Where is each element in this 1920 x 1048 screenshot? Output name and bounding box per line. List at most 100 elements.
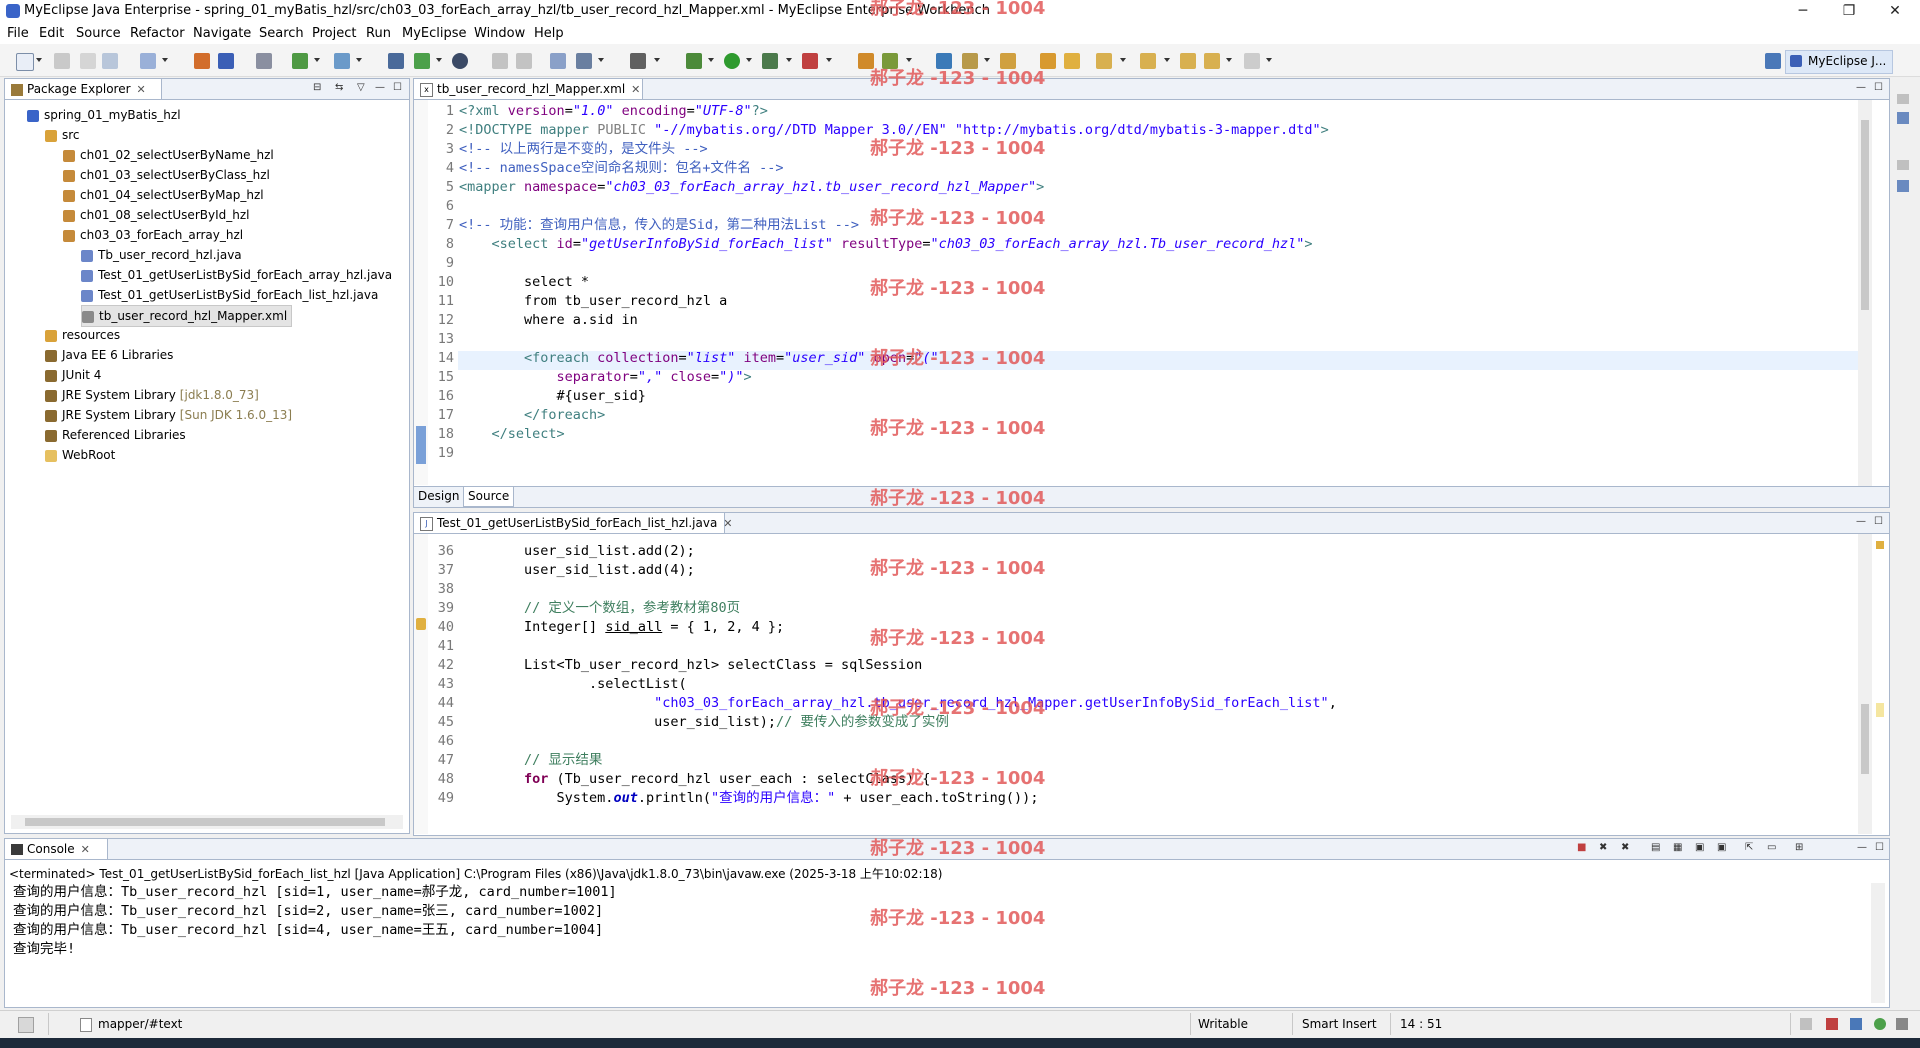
deploy-icon[interactable] [194,53,210,69]
java-server-icon[interactable] [882,53,898,69]
fast-view-icon[interactable] [18,1017,34,1033]
server-icon[interactable] [218,53,234,69]
scrollbar-thumb[interactable] [1861,704,1869,774]
java-source[interactable]: user_sid_list.add(2); user_sid_list.add(… [459,542,1869,822]
horizontal-scrollbar[interactable] [11,815,403,829]
tree-item[interactable]: ch01_02_selectUserByName_hzl [63,145,274,165]
tree-item[interactable]: JRE System Library [jdk1.8.0_73] [45,385,259,405]
chevron-down-icon[interactable] [598,58,604,62]
tree-item[interactable]: ch01_04_selectUserByMap_hzl [63,185,264,205]
history-forward-icon[interactable] [516,53,532,69]
vertical-scrollbar[interactable] [1871,883,1885,1003]
chevron-down-icon[interactable] [1226,58,1232,62]
menu-run[interactable]: Run [366,26,391,41]
prev-annotation-icon[interactable] [1140,53,1156,69]
close-icon[interactable]: ✕ [723,517,732,530]
run-external-icon[interactable] [762,53,778,69]
tray-icon[interactable] [1896,1018,1908,1030]
build-icon[interactable] [858,53,874,69]
menu-navigate[interactable]: Navigate [193,26,251,41]
vertical-scrollbar[interactable] [1858,100,1872,486]
print-icon[interactable] [102,53,118,69]
display-console-icon[interactable]: ▭ [1767,842,1776,853]
maximize-button[interactable]: ❐ [1826,0,1872,24]
chevron-down-icon[interactable] [314,58,320,62]
tree-item[interactable]: Java EE 6 Libraries [45,345,173,365]
close-button[interactable]: ✕ [1872,0,1918,24]
database-icon[interactable] [256,53,272,69]
chevron-down-icon[interactable] [162,58,168,62]
tree-item[interactable]: Test_01_getUserListBySid_forEach_list_hz… [81,285,378,305]
menu-search[interactable]: Search [259,26,304,41]
open-task-icon[interactable] [550,53,566,69]
close-icon[interactable]: ✕ [81,843,90,856]
tray-icon[interactable] [1850,1018,1862,1030]
pin-console-icon[interactable]: ⇱ [1745,842,1753,853]
save-all-icon[interactable] [80,53,96,69]
maximize-view-icon[interactable]: ☐ [1874,516,1883,527]
history-back-icon[interactable] [492,53,508,69]
tab-package-explorer[interactable]: Package Explorer ✕ [5,79,162,99]
chevron-down-icon[interactable] [826,58,832,62]
open-perspective-button-icon[interactable] [1765,53,1781,69]
chevron-down-icon[interactable] [1266,58,1272,62]
monitor-icon[interactable] [630,53,646,69]
menu-project[interactable]: Project [312,26,356,41]
scroll-lock-icon[interactable]: ▦ [1673,842,1682,853]
restore-icon[interactable] [1897,94,1909,104]
chevron-down-icon[interactable] [1120,58,1126,62]
minimize-view-icon[interactable]: — [1856,516,1866,527]
scrollbar-thumb[interactable] [1861,120,1869,310]
vertical-scrollbar[interactable] [1858,534,1872,834]
link-editor-icon[interactable]: ⇆ [335,82,343,93]
tree-item[interactable]: ch03_03_forEach_array_hzl [63,225,243,245]
hierarchy-icon[interactable] [388,53,404,69]
close-icon[interactable]: ✕ [137,83,146,96]
tree-item[interactable]: WebRoot [45,445,115,465]
maximize-view-icon[interactable]: ☐ [1874,82,1883,93]
show-on-stderr-icon[interactable]: ▣ [1717,842,1726,853]
menu-refactor[interactable]: Refactor [130,26,185,41]
menu-myeclipse[interactable]: MyEclipse [402,26,467,41]
console-output[interactable]: 查询的用户信息：Tb_user_record_hzl [sid=1, user_… [5,883,1865,993]
chevron-down-icon[interactable] [36,58,42,62]
tree-item[interactable]: ch01_03_selectUserByClass_hzl [63,165,270,185]
tab-mapper-xml[interactable]: x tb_user_record_hzl_Mapper.xml ✕ [414,79,643,99]
collapse-all-icon[interactable]: ⊟ [313,82,321,93]
close-icon[interactable]: ✕ [631,83,640,96]
menu-source[interactable]: Source [76,26,121,41]
annotation-icon[interactable] [1040,53,1056,69]
properties-icon[interactable] [1897,180,1909,192]
search-icon[interactable] [334,53,350,69]
chevron-down-icon[interactable] [746,58,752,62]
tree-item[interactable]: Test_01_getUserListBySid_forEach_array_h… [81,265,392,285]
remove-launch-icon[interactable]: ✖ [1599,842,1607,853]
maximize-view-icon[interactable]: ☐ [1875,842,1884,853]
maximize-view-icon[interactable]: ☐ [393,82,402,93]
chevron-down-icon[interactable] [906,58,912,62]
globe-icon[interactable] [452,53,468,69]
tree-item[interactable]: src [45,125,80,145]
package-icon[interactable] [1000,53,1016,69]
tree-item[interactable]: Tb_user_record_hzl.java [81,245,242,265]
tab-console[interactable]: Console ✕ [5,839,108,859]
wizard-icon[interactable] [292,53,308,69]
tray-icon[interactable] [1800,1018,1812,1030]
outline-icon[interactable] [1897,112,1909,124]
tray-icon[interactable] [1826,1018,1838,1030]
open-console-icon[interactable]: ⊞ [1795,842,1803,853]
overview-marker[interactable] [1876,703,1884,717]
run-icon[interactable] [724,53,740,69]
menu-file[interactable]: File [7,26,29,41]
minimize-view-icon[interactable]: — [1857,842,1867,853]
bookmark-icon[interactable] [1064,53,1080,69]
overview-warning-marker[interactable] [1876,541,1884,549]
minimize-view-icon[interactable]: — [375,82,385,93]
new-icon[interactable] [16,53,34,71]
restore-icon[interactable] [1897,160,1909,170]
tray-icon[interactable] [1874,1018,1886,1030]
tree-item[interactable]: Referenced Libraries [45,425,186,445]
tab-source[interactable]: Source [463,487,515,507]
tab-design[interactable]: Design [418,489,459,503]
chevron-down-icon[interactable] [786,58,792,62]
